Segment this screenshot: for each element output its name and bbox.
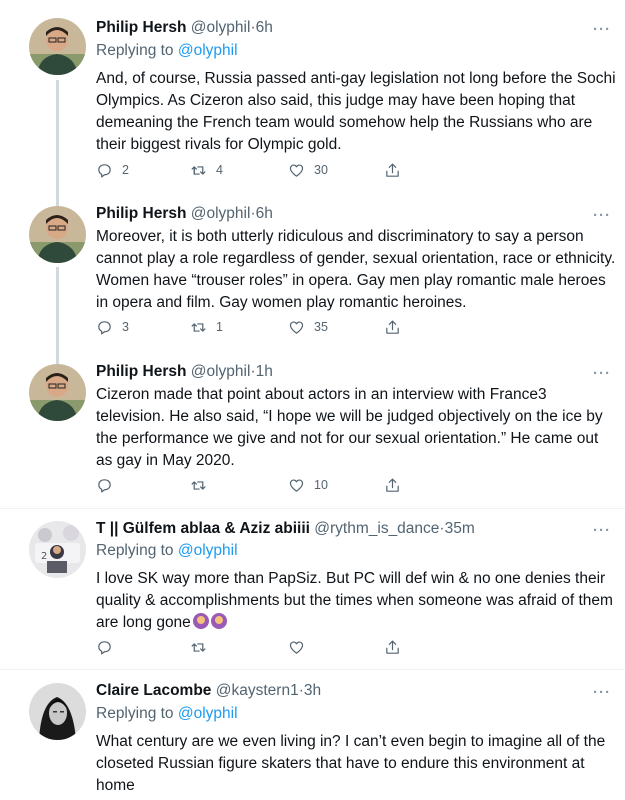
action-bar: 3 1 35	[96, 316, 426, 338]
tweet-header: Claire Lacombe @kaystern1·3h	[96, 680, 321, 702]
tweet-text: Moreover, it is both utterly ridiculous …	[96, 228, 616, 311]
retweet-count: 4	[216, 163, 223, 177]
action-bar	[96, 636, 426, 658]
retweet-icon	[191, 642, 206, 652]
replying-to: Replying to @olyphil	[96, 540, 238, 562]
share-icon	[386, 640, 399, 654]
reply-count: 2	[122, 163, 129, 177]
tweet[interactable]: Philip Hersh @olyphil·6h ··· Moreover, i…	[0, 200, 625, 358]
reply-count: 3	[122, 320, 129, 334]
retweet-button[interactable]: 4	[190, 159, 223, 181]
like-button[interactable]: 35	[288, 316, 328, 338]
mention-link[interactable]: @olyphil	[178, 42, 238, 59]
display-name[interactable]: Philip Hersh	[96, 19, 186, 36]
reply-icon	[98, 478, 111, 492]
tweet[interactable]: Philip Hersh @olyphil·6h ··· Replying to…	[0, 0, 625, 200]
action-bar: 2 4 30	[96, 159, 426, 181]
retweet-button[interactable]	[190, 636, 216, 658]
share-button[interactable]	[384, 636, 401, 658]
share-icon	[386, 320, 399, 334]
like-button[interactable]	[288, 636, 314, 658]
more-icon[interactable]: ···	[593, 523, 611, 538]
reply-button[interactable]: 3	[96, 316, 129, 338]
action-bar: 10	[96, 474, 426, 496]
tweet-text: What century are we even living in? I ca…	[96, 733, 606, 794]
more-icon[interactable]: ···	[593, 366, 611, 381]
tweet[interactable]: Philip Hersh @olyphil·1h ··· Cizeron mad…	[0, 358, 625, 508]
share-button[interactable]	[384, 159, 401, 181]
tweet-header: Philip Hersh @olyphil·6h	[96, 17, 273, 39]
avatar[interactable]: 2	[29, 521, 86, 578]
woman-shrugging-emoji	[192, 613, 209, 629]
tweet-text: I love SK way more than PapSiz. But PC w…	[96, 568, 616, 634]
woman-shrugging-emoji	[210, 613, 227, 629]
retweet-icon	[191, 165, 206, 175]
more-icon[interactable]: ···	[593, 208, 611, 223]
like-count: 35	[314, 320, 328, 334]
mention-link[interactable]: @olyphil	[178, 705, 238, 722]
heart-icon	[289, 478, 304, 492]
tweet-text: And, of course, Russia passed anti-gay l…	[96, 70, 616, 153]
tweet-text: Cizeron made that point about actors in …	[96, 386, 603, 469]
share-button[interactable]	[384, 474, 401, 496]
reply-icon	[98, 163, 111, 177]
avatar[interactable]	[29, 206, 86, 263]
share-icon	[386, 478, 399, 492]
replying-prefix: Replying to	[96, 705, 174, 722]
like-button[interactable]: 10	[288, 474, 328, 496]
replying-prefix: Replying to	[96, 42, 174, 59]
timestamp[interactable]: 35m	[445, 520, 475, 537]
retweet-button[interactable]	[190, 474, 216, 496]
user-handle[interactable]: @olyphil	[191, 205, 251, 222]
timestamp[interactable]: 6h	[256, 19, 273, 36]
heart-icon	[289, 640, 304, 654]
like-count: 30	[314, 163, 328, 177]
display-name[interactable]: Philip Hersh	[96, 205, 186, 222]
more-icon[interactable]: ···	[593, 22, 611, 37]
like-button[interactable]: 30	[288, 159, 328, 181]
display-name[interactable]: Claire Lacombe	[96, 682, 211, 699]
thread-line	[56, 267, 59, 358]
tweet-header: Philip Hersh @olyphil·6h	[96, 203, 273, 225]
avatar[interactable]	[29, 18, 86, 75]
retweet-icon	[191, 480, 206, 490]
tweet-header: T || Gülfem ablaa & Aziz abiiii @rythm_i…	[96, 518, 475, 540]
heart-icon	[289, 320, 304, 334]
heart-icon	[289, 163, 304, 177]
timestamp[interactable]: 3h	[304, 682, 321, 699]
tweet[interactable]: Claire Lacombe @kaystern1·3h ··· Replyin…	[0, 670, 625, 800]
replying-to: Replying to @olyphil	[96, 40, 238, 62]
retweet-count: 1	[216, 320, 223, 334]
timestamp[interactable]: 1h	[256, 363, 273, 380]
reply-icon	[98, 640, 111, 654]
thread-line	[56, 80, 59, 200]
display-name[interactable]: T || Gülfem ablaa & Aziz abiiii	[96, 520, 310, 537]
replying-to: Replying to @olyphil	[96, 703, 238, 725]
reply-button[interactable]	[96, 636, 122, 658]
user-handle[interactable]: @kaystern1	[216, 682, 299, 699]
tweet-header: Philip Hersh @olyphil·1h	[96, 361, 273, 383]
replying-prefix: Replying to	[96, 542, 174, 559]
reply-icon	[98, 320, 111, 334]
retweet-icon	[191, 322, 206, 332]
mention-link[interactable]: @olyphil	[178, 542, 238, 559]
user-handle[interactable]: @rythm_is_dance	[314, 520, 439, 537]
like-count: 10	[314, 478, 328, 492]
reply-button[interactable]: 2	[96, 159, 129, 181]
user-handle[interactable]: @olyphil	[191, 19, 251, 36]
svg-text:2: 2	[41, 551, 47, 562]
retweet-button[interactable]: 1	[190, 316, 223, 338]
share-button[interactable]	[384, 316, 401, 338]
display-name[interactable]: Philip Hersh	[96, 363, 186, 380]
timestamp[interactable]: 6h	[256, 205, 273, 222]
tweet[interactable]: 2 T || Gülfem ablaa & Aziz abiiii @rythm…	[0, 509, 625, 669]
more-icon[interactable]: ···	[593, 685, 611, 700]
tweet-text-content: I love SK way more than PapSiz. But PC w…	[96, 570, 613, 631]
reply-button[interactable]	[96, 474, 122, 496]
share-icon	[386, 163, 399, 177]
user-handle[interactable]: @olyphil	[191, 363, 251, 380]
avatar[interactable]	[29, 683, 86, 740]
avatar[interactable]	[29, 364, 86, 421]
